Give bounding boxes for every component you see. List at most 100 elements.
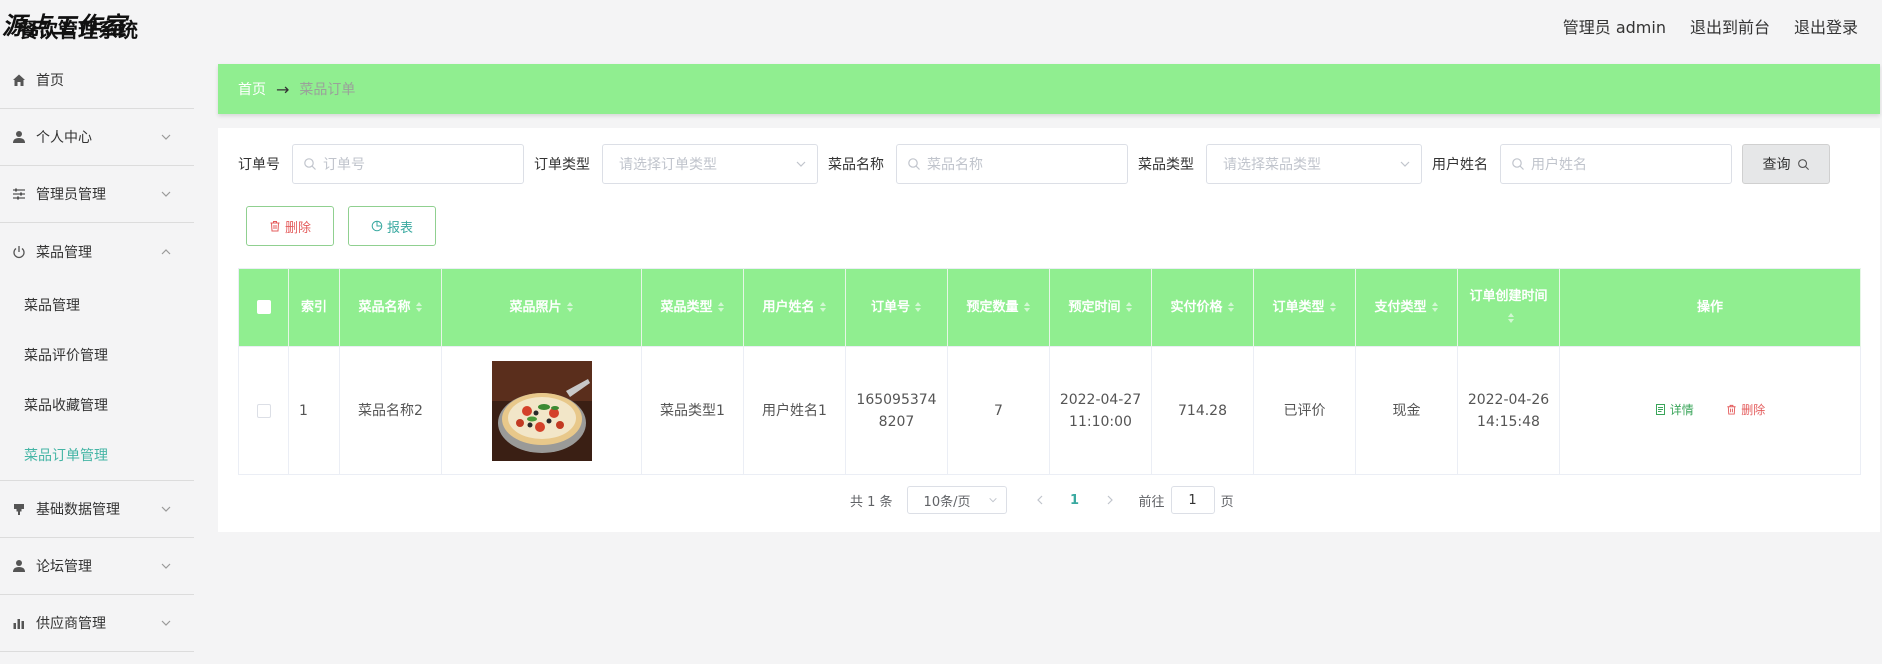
col-header-label: 菜品类型 bbox=[660, 299, 713, 315]
dish-type-select[interactable]: 请选择菜品类型 bbox=[1206, 144, 1422, 184]
home-icon bbox=[10, 71, 28, 89]
sidebar-item-label: 个人中心 bbox=[36, 130, 92, 146]
search-icon bbox=[1512, 158, 1524, 170]
cell-dish-photo bbox=[441, 346, 642, 475]
row-delete-button[interactable]: 删除 bbox=[1726, 399, 1765, 421]
dish-name-label: 菜品名称 bbox=[828, 157, 884, 173]
sort-icon[interactable] bbox=[566, 302, 574, 312]
action-bar: 删除 报表 bbox=[246, 206, 436, 246]
query-button[interactable]: 查询 bbox=[1742, 144, 1830, 184]
cell-price: 714.28 bbox=[1151, 346, 1254, 475]
delete-button[interactable]: 删除 bbox=[246, 206, 334, 246]
logout-link[interactable]: 退出登录 bbox=[1794, 14, 1858, 38]
user-name-input[interactable]: 用户姓名 bbox=[1500, 144, 1732, 184]
sidebar-item-label: 首页 bbox=[36, 73, 64, 89]
order-no-label: 订单号 bbox=[238, 157, 280, 173]
report-button[interactable]: 报表 bbox=[348, 206, 436, 246]
sidebar-item-supplier[interactable]: 供应商管理 bbox=[0, 595, 194, 652]
search-icon bbox=[304, 158, 316, 170]
col-header-dish-type[interactable]: 菜品类型 bbox=[641, 268, 744, 347]
chevron-down-icon bbox=[1400, 161, 1410, 167]
col-header-price[interactable]: 实付价格 bbox=[1151, 268, 1254, 347]
sort-icon[interactable] bbox=[819, 302, 827, 312]
col-header-user-name[interactable]: 用户姓名 bbox=[743, 268, 846, 347]
goto-page-input[interactable]: 1 bbox=[1170, 486, 1215, 514]
current-user-label: 管理员 admin bbox=[1562, 18, 1666, 37]
sort-icon[interactable] bbox=[1227, 302, 1235, 312]
col-header-order-no[interactable]: 订单号 bbox=[845, 268, 948, 347]
user-area: 管理员 admin 退出到前台 退出登录 bbox=[1563, 14, 1858, 38]
sidebar-subitem-dish-favorites[interactable]: 菜品收藏管理 bbox=[0, 380, 194, 430]
sidebar-item-forum[interactable]: 论坛管理 bbox=[0, 538, 194, 595]
page-number-button[interactable]: 1 bbox=[1055, 486, 1095, 514]
sidebar-item-label: 供应商管理 bbox=[36, 616, 106, 632]
sidebar-item-admin-management[interactable]: 管理员管理 bbox=[0, 166, 194, 223]
sidebar-subitem-dish-orders[interactable]: 菜品订单管理 bbox=[0, 430, 194, 480]
page-size-select[interactable]: 10条/页 bbox=[906, 486, 1007, 514]
sidebar-subitem-dish-review[interactable]: 菜品评价管理 bbox=[0, 330, 194, 380]
row-select-cell[interactable] bbox=[238, 346, 289, 475]
sort-icon[interactable] bbox=[415, 302, 423, 312]
order-type-select[interactable]: 请选择订单类型 bbox=[602, 144, 818, 184]
order-no-line: 8207 bbox=[878, 413, 915, 430]
sort-icon[interactable] bbox=[1125, 302, 1133, 312]
sidebar-item-label: 菜品管理 bbox=[36, 244, 92, 261]
col-header-dish-name[interactable]: 菜品名称 bbox=[339, 268, 442, 347]
sort-icon[interactable] bbox=[1507, 313, 1515, 323]
dish-name-placeholder: 菜品名称 bbox=[927, 157, 983, 173]
dish-photo-image[interactable] bbox=[491, 360, 592, 461]
sidebar-subitem-dish-management[interactable]: 菜品管理 bbox=[0, 280, 194, 330]
col-header-order-type[interactable]: 订单类型 bbox=[1253, 268, 1356, 347]
power-icon bbox=[10, 243, 28, 261]
chevron-left-icon bbox=[1036, 495, 1042, 505]
dish-name-input[interactable]: 菜品名称 bbox=[896, 144, 1128, 184]
col-header-quantity[interactable]: 预定数量 bbox=[947, 268, 1050, 347]
sidebar-item-base-data[interactable]: 基础数据管理 bbox=[0, 481, 194, 538]
cell-dish-type: 菜品类型1 bbox=[641, 346, 744, 475]
cell-order-no: 165095374 8207 bbox=[845, 346, 948, 475]
col-header-pay-type[interactable]: 支付类型 bbox=[1355, 268, 1458, 347]
table-row: 1 菜品名称2 菜品类型1 用户姓名1 165095374 8207 7 202… bbox=[238, 346, 1861, 475]
sort-icon[interactable] bbox=[914, 302, 922, 312]
breadcrumb: 首页 → 菜品订单 bbox=[218, 64, 1880, 114]
chevron-down-icon bbox=[988, 497, 997, 503]
order-no-input[interactable]: 订单号 bbox=[292, 144, 524, 184]
select-all-cell[interactable] bbox=[238, 268, 289, 347]
sort-icon[interactable] bbox=[1329, 302, 1337, 312]
cell-reserve-time: 2022-04-27 11:10:00 bbox=[1049, 346, 1152, 475]
sidebar-item-label: 基础数据管理 bbox=[36, 502, 120, 518]
goto-label: 前往 bbox=[1138, 494, 1165, 510]
chevron-up-icon bbox=[161, 248, 171, 254]
sidebar-item-label: 管理员管理 bbox=[36, 187, 106, 203]
cell-user-name: 用户姓名1 bbox=[743, 346, 846, 475]
delete-button-label: 删除 bbox=[284, 220, 311, 236]
sort-icon[interactable] bbox=[1023, 302, 1031, 312]
pagination-total: 共 1 条 bbox=[850, 494, 893, 510]
sidebar-item-home[interactable]: 首页 bbox=[0, 52, 194, 109]
chevron-down-icon bbox=[796, 161, 806, 167]
next-page-button[interactable] bbox=[1095, 486, 1125, 514]
sidebar-item-dish-management[interactable]: 菜品管理 bbox=[0, 223, 194, 280]
chevron-right-icon bbox=[1107, 495, 1113, 505]
sort-icon[interactable] bbox=[1431, 302, 1439, 312]
row-checkbox[interactable] bbox=[256, 403, 271, 418]
exit-to-frontend-link[interactable]: 退出到前台 bbox=[1690, 14, 1770, 38]
prev-page-button[interactable] bbox=[1025, 486, 1055, 514]
trash-icon bbox=[1727, 405, 1736, 415]
select-all-checkbox[interactable] bbox=[256, 300, 271, 314]
col-header-reserve-time[interactable]: 预定时间 bbox=[1049, 268, 1152, 347]
col-header-label: 支付类型 bbox=[1374, 299, 1427, 315]
user-icon bbox=[10, 128, 28, 146]
col-header-create-time[interactable]: 订单创建时间 bbox=[1457, 268, 1560, 347]
col-header-label: 用户姓名 bbox=[762, 299, 815, 315]
col-header-label: 订单创建时间 bbox=[1469, 288, 1548, 304]
col-header-dish-photo[interactable]: 菜品照片 bbox=[441, 268, 642, 347]
detail-button[interactable]: 详情 bbox=[1655, 399, 1694, 421]
order-no-line: 165095374 bbox=[856, 391, 937, 408]
breadcrumb-home-link[interactable]: 首页 bbox=[238, 79, 266, 99]
sidebar-item-personal-center[interactable]: 个人中心 bbox=[0, 109, 194, 166]
sort-icon[interactable] bbox=[717, 302, 725, 312]
report-button-label: 报表 bbox=[386, 220, 413, 236]
user-icon bbox=[10, 557, 28, 575]
breadcrumb-current: 菜品订单 bbox=[299, 82, 356, 98]
